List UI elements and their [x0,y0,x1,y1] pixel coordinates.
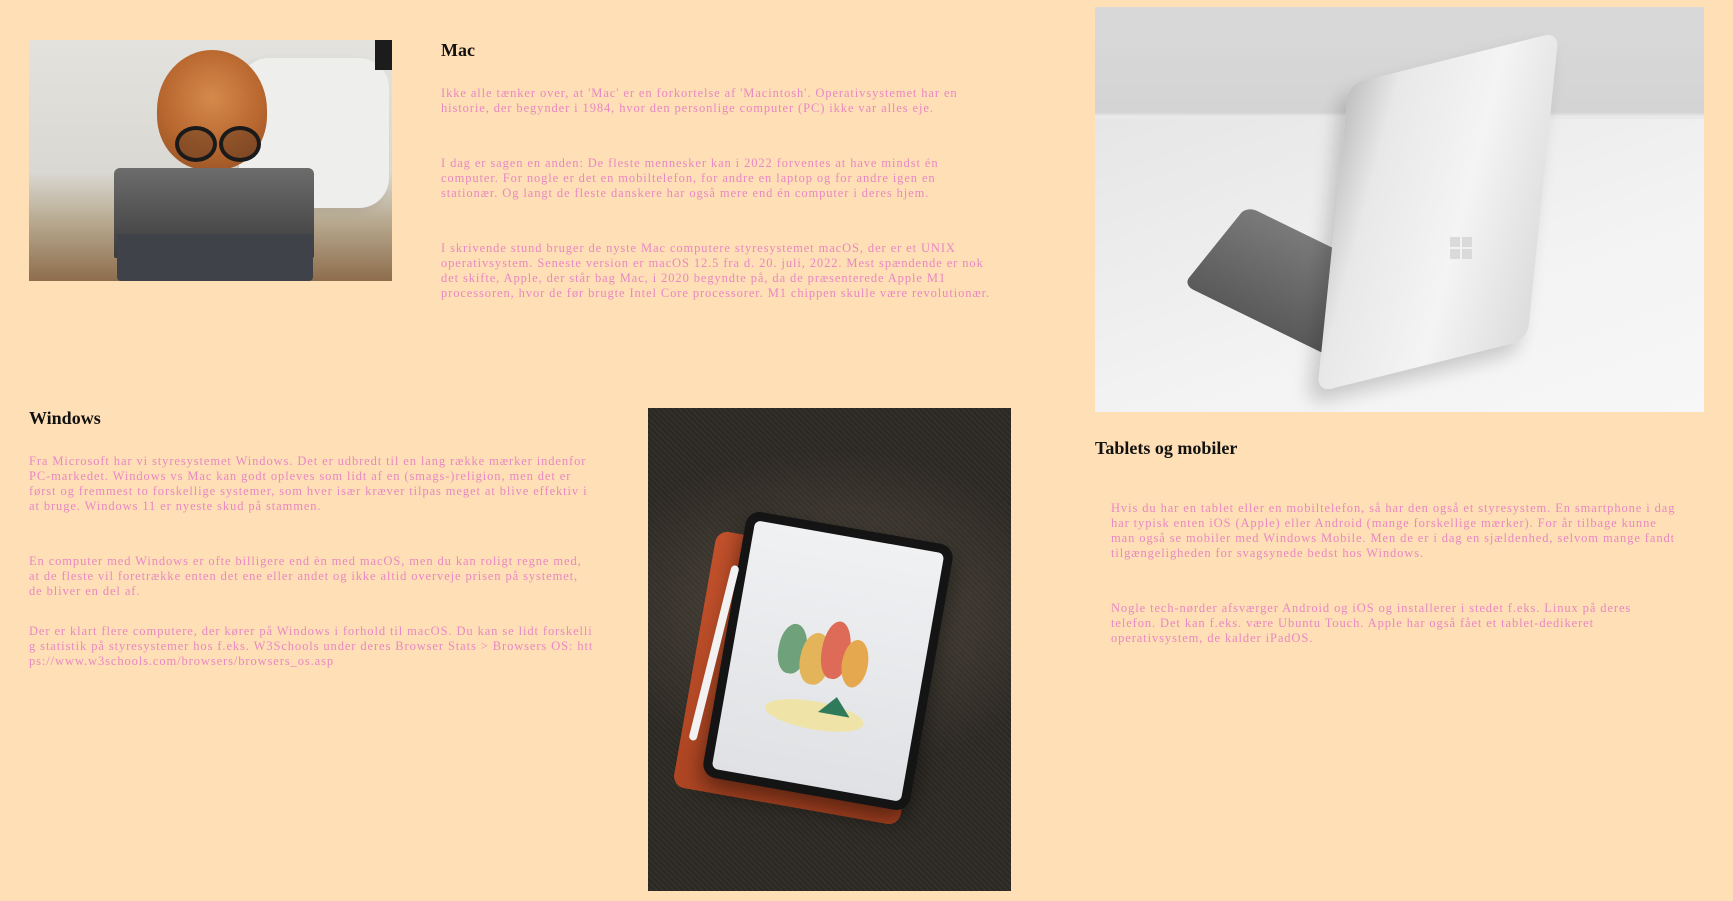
windows-logo-icon [1450,237,1472,259]
tablet-device-shape [701,509,955,813]
windows-heading: Windows [29,408,101,428]
mac-heading: Mac [441,40,475,60]
photo-corner-shadow [375,40,392,70]
tablet-on-red-case-photo [648,408,1011,891]
mac-paragraph-1: Ikke alle tænker over, at 'Mac' er en fo… [441,86,958,115]
tablet-case-shape [117,234,313,281]
glasses-right-lens [219,126,261,162]
tablets-paragraph-1: Hvis du har en tablet eller en mobiltele… [1111,501,1676,560]
dog-with-glasses-photo [29,40,392,281]
windows-paragraph-2: En computer med Windows er ofte billiger… [29,554,582,598]
silver-laptop-photo [1095,7,1704,412]
tablets-heading: Tablets og mobiler [1095,438,1238,458]
glasses-left-lens [175,126,217,162]
mac-paragraph-2: I dag er sagen en anden: De fleste menne… [441,156,939,200]
mac-paragraph-3: I skrivende stund bruger de nyste Mac co… [441,241,990,300]
tablets-paragraph-2: Nogle tech-nørder afsværger Android og i… [1111,601,1632,645]
tablet-screen [711,520,945,802]
windows-paragraph-1: Fra Microsoft har vi styresystemet Windo… [29,454,588,513]
windows-paragraph-3: Der er klart flere computere, der kører … [29,624,594,668]
